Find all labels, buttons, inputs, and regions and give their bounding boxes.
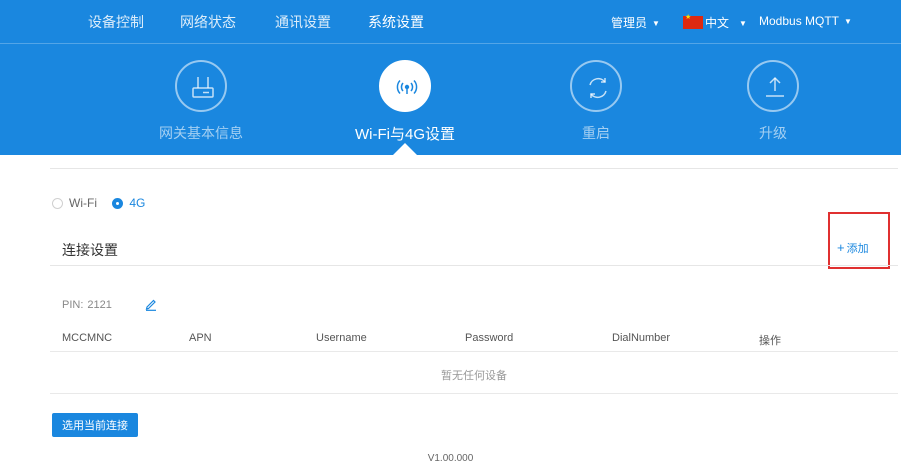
- tile-icon-circle: [175, 60, 227, 112]
- nav-item-communication-settings[interactable]: 通讯设置: [275, 12, 331, 32]
- plus-icon: +: [837, 240, 845, 255]
- top-navigation: 设备控制 网络状态 通讯设置 系统设置 管理员 ▼ 中文 ▼ Modbus MQTT…: [0, 0, 901, 44]
- column-header-username: Username: [316, 332, 367, 344]
- section-divider: [50, 265, 898, 266]
- tile-icon-circle: [747, 60, 799, 112]
- tile-label: 网关基本信息: [159, 125, 243, 141]
- upgrade-icon: [766, 76, 784, 97]
- chevron-down-icon: ▼: [739, 19, 747, 28]
- tile-restart[interactable]: 重启: [526, 60, 666, 143]
- section-divider: [50, 150, 898, 169]
- pin-row: PIN: 2121: [62, 299, 112, 311]
- add-connection-button[interactable]: + 添加: [837, 240, 869, 256]
- column-header-dialnumber: DialNumber: [612, 332, 671, 344]
- radio-4g[interactable]: 4G: [112, 196, 145, 210]
- radio-unchecked-icon: [52, 197, 63, 209]
- empty-state-text: 暂无任何设备: [441, 370, 507, 382]
- chevron-down-icon: ▼: [652, 19, 660, 28]
- pin-value: 2121: [87, 299, 112, 311]
- app-header: 设备控制 网络状态 通讯设置 系统设置 管理员 ▼ 中文 ▼ Modbus MQTT…: [0, 0, 901, 155]
- nav-item-system-settings[interactable]: 系统设置: [368, 12, 424, 32]
- admin-label: 管理员: [611, 16, 648, 30]
- section-title: 连接设置: [62, 242, 118, 258]
- tile-gateway-info[interactable]: 网关基本信息: [131, 60, 271, 143]
- radio-label: Wi-Fi: [69, 196, 97, 210]
- router-icon: [192, 77, 214, 98]
- network-mode-radio-group: Wi-Fi 4G: [52, 196, 157, 212]
- nav-item-device-control[interactable]: 设备控制: [88, 12, 144, 32]
- chevron-down-icon: ▼: [844, 17, 852, 26]
- restart-icon: [589, 77, 607, 99]
- protocol-menu[interactable]: Modbus MQTT ▼: [759, 14, 852, 28]
- add-label: 添加: [846, 243, 869, 255]
- column-header-mccmnc: MCCMNC: [62, 332, 113, 344]
- tile-icon-circle: [379, 60, 431, 112]
- tile-label: 升级: [759, 125, 787, 141]
- radio-label: 4G: [129, 196, 146, 210]
- column-header-password: Password: [465, 332, 514, 344]
- tile-upgrade[interactable]: 升级: [703, 60, 843, 143]
- admin-menu[interactable]: 管理员 ▼: [611, 14, 660, 31]
- wifi-signal-icon: [396, 79, 418, 95]
- nav-item-network-status[interactable]: 网络状态: [180, 12, 236, 32]
- protocol-label: Modbus MQTT: [759, 14, 840, 28]
- pin-label: PIN:: [62, 299, 84, 311]
- column-header-apn: APN: [189, 332, 212, 344]
- radio-checked-icon: [112, 197, 124, 209]
- tile-label: 重启: [582, 125, 610, 141]
- column-header-actions: 操作: [759, 335, 781, 347]
- select-current-connection-button[interactable]: 选用当前连接: [52, 413, 138, 437]
- tile-label: Wi-Fi与4G设置: [355, 126, 455, 143]
- tile-wifi-4g-settings[interactable]: Wi-Fi与4G设置: [335, 60, 475, 144]
- table-empty-row: 暂无任何设备: [50, 352, 898, 394]
- language-label: 中文: [705, 16, 730, 30]
- edit-pencil-icon[interactable]: [145, 297, 157, 311]
- table-header: MCCMNC APN Username Password DialNumber …: [50, 324, 898, 352]
- china-flag-icon: [683, 14, 703, 29]
- radio-wifi[interactable]: Wi-Fi: [52, 196, 97, 210]
- version-text: V1.00.000: [427, 453, 474, 461]
- language-menu[interactable]: 中文 ▼: [683, 14, 747, 31]
- tile-icon-circle: [570, 60, 622, 112]
